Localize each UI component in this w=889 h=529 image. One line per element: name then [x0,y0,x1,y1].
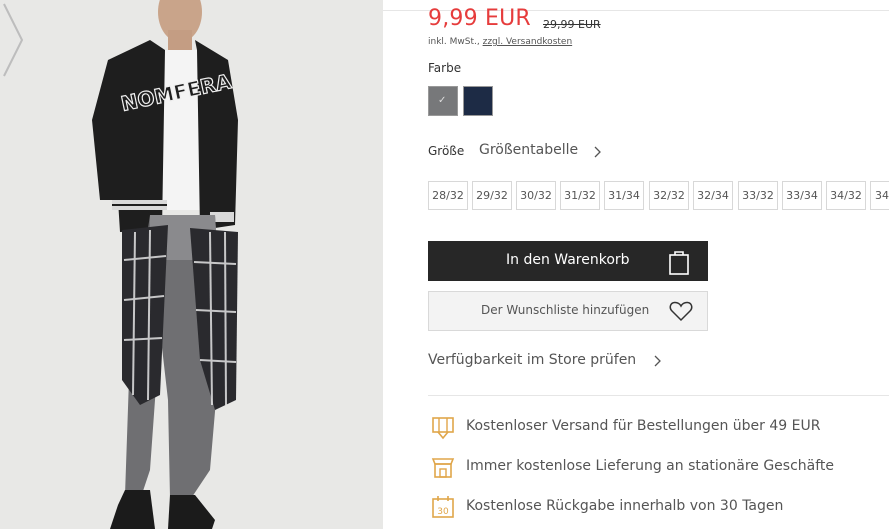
size-option[interactable]: 31/32 [560,181,600,210]
benefit-text: Kostenlose Rückgabe innerhalb von 30 Tag… [466,498,784,514]
svg-text:30: 30 [437,507,449,517]
size-options: 28/32 29/32 30/32 31/32 31/34 32/32 32/3… [428,181,889,211]
color-label: Farbe [428,61,462,75]
chevron-right-icon [594,146,601,158]
benefits-divider [428,395,889,396]
benefit-text: Immer kostenlose Lieferung an stationäre… [466,458,835,474]
product-image-gallery[interactable]: NOMFERA [0,0,383,529]
size-option[interactable]: 34/32 [826,181,866,210]
store-availability-link[interactable]: Verfügbarkeit im Store prüfen [428,352,636,368]
benefit-text: Kostenloser Versand für Bestellungen übe… [466,418,821,434]
color-swatch-grey[interactable]: ✓ [428,86,458,116]
add-to-wishlist-button[interactable]: Der Wunschliste hinzufügen [428,291,708,331]
store-icon [431,458,455,478]
current-price: 9,99 EUR [428,6,531,31]
size-table-link-label: Größentabelle [479,142,579,158]
size-option[interactable]: 28/32 [428,181,468,210]
gallery-next-arrow-icon[interactable] [0,0,30,80]
shipping-costs-link[interactable]: zzgl. Versandkosten [483,37,573,47]
size-option[interactable]: 31/34 [604,181,644,210]
old-price: 29,99 EUR [543,18,601,31]
shopping-bag-icon [669,251,689,275]
size-option[interactable]: 32/32 [649,181,689,210]
heart-icon [669,301,693,322]
add-to-cart-button[interactable]: In den Warenkorb [428,241,708,281]
size-option[interactable]: 33/34 [782,181,822,210]
size-option[interactable]: 29/32 [472,181,512,210]
size-option[interactable]: 30/32 [516,181,556,210]
add-to-wishlist-label: Der Wunschliste hinzufügen [481,303,650,317]
size-option[interactable]: 34 [870,181,889,210]
tax-note: inkl. MwSt., zzgl. Versandkosten [428,37,572,47]
calendar-30-icon: 30 [432,496,454,518]
size-table-link[interactable]: Größentabelle [479,142,578,158]
chevron-right-icon [654,355,661,367]
delivery-box-icon [432,417,454,440]
tax-note-text: inkl. MwSt., [428,37,483,47]
size-label: Größe [428,144,465,158]
color-swatch-navy[interactable] [463,86,493,116]
size-option[interactable]: 32/34 [693,181,733,210]
store-availability-label: Verfügbarkeit im Store prüfen [428,352,637,368]
size-option[interactable]: 33/32 [738,181,778,210]
product-photo: NOMFERA [0,0,383,529]
add-to-cart-label: In den Warenkorb [506,252,630,268]
check-icon: ✓ [438,95,447,106]
